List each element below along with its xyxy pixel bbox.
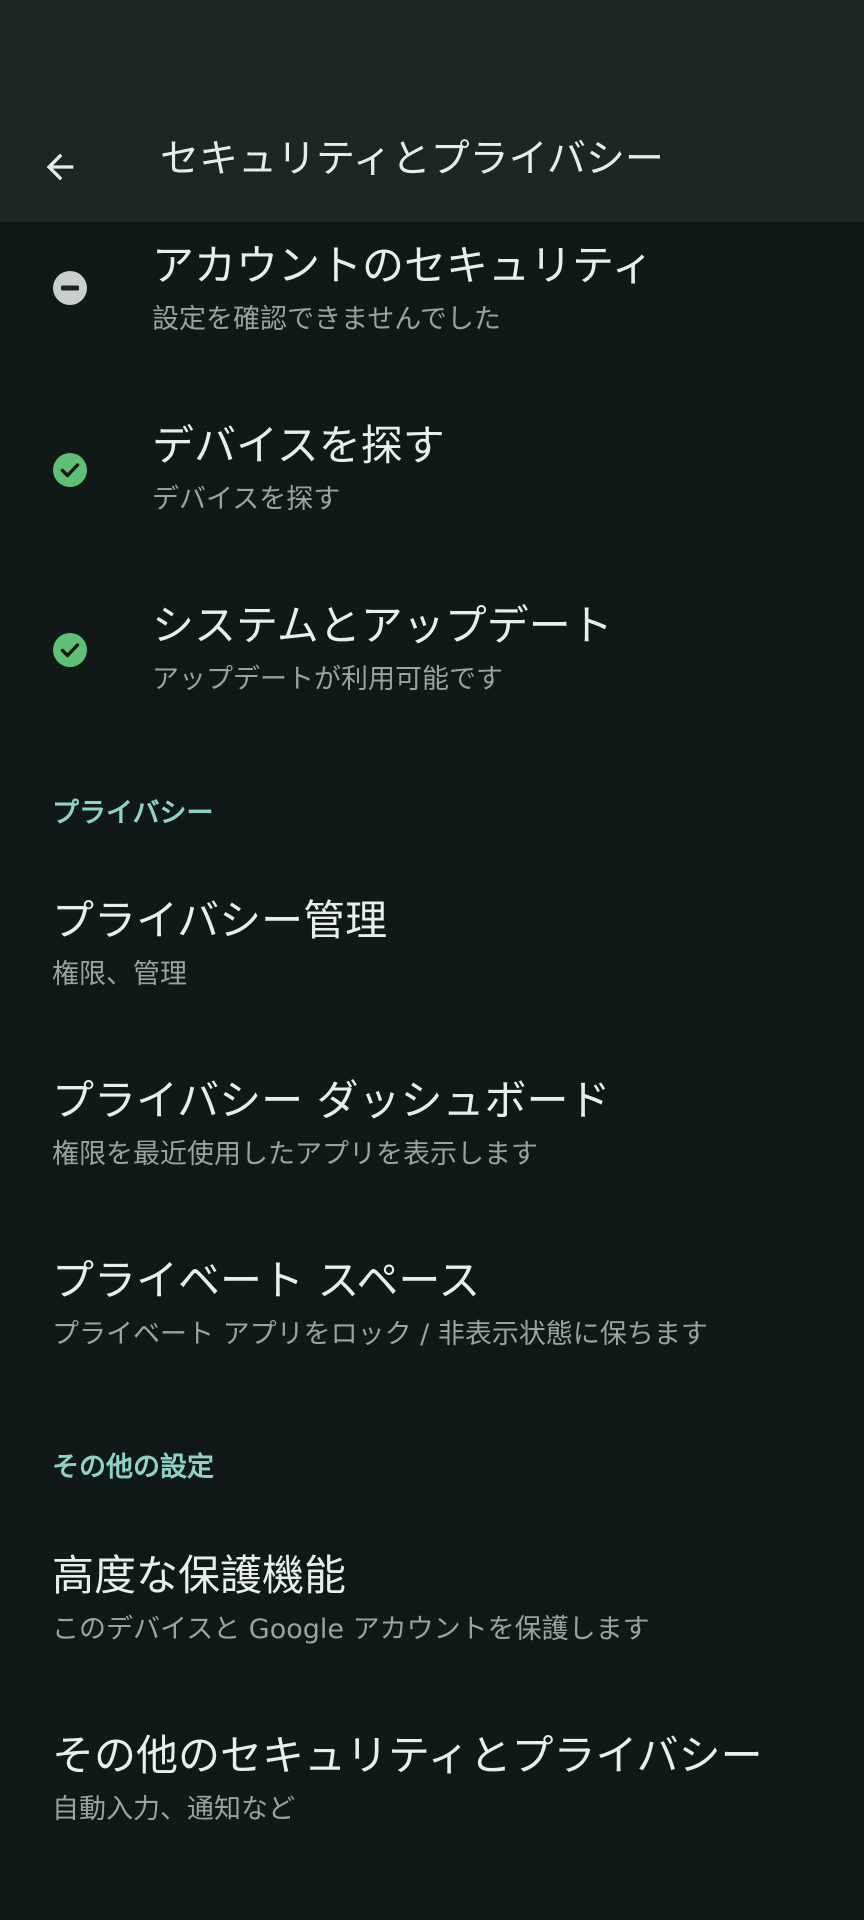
item-title: 高度な保護機能: [52, 1551, 347, 1600]
page-title: セキュリティとプライバシー: [160, 137, 664, 182]
item-title: デバイスを探す: [152, 421, 445, 470]
privacy-item-dashboard[interactable]: プライバシー ダッシュボード 権限を最近使用したアプリを表示します: [0, 1075, 864, 1185]
item-subtitle: 権限を最近使用したアプリを表示します: [52, 1139, 538, 1170]
check-circle-icon: [53, 453, 87, 487]
item-subtitle: このデバイスと Google アカウントを保護します: [52, 1614, 650, 1645]
other-item-more-security-privacy[interactable]: その他のセキュリティとプライバシー 自動入力、通知など: [0, 1730, 864, 1840]
item-subtitle: 権限、管理: [52, 959, 187, 990]
item-subtitle: 設定を確認できませんでした: [152, 304, 501, 335]
privacy-item-controls[interactable]: プライバシー管理 権限、管理: [0, 895, 864, 1005]
item-subtitle: 自動入力、通知など: [52, 1794, 295, 1825]
back-button[interactable]: [28, 135, 92, 199]
item-title: その他のセキュリティとプライバシー: [52, 1731, 763, 1780]
section-header-other-settings: その他の設定: [52, 1452, 214, 1483]
item-title: アカウントのセキュリティ: [152, 241, 654, 290]
status-item-account-security[interactable]: アカウントのセキュリティ 設定を確認できませんでした: [0, 240, 864, 380]
item-title: システムとアップデート: [152, 601, 613, 650]
item-title: プライベート スペース: [52, 1256, 481, 1305]
item-title: プライバシー管理: [52, 896, 388, 945]
other-item-advanced-protection[interactable]: 高度な保護機能 このデバイスと Google アカウントを保護します: [0, 1550, 864, 1660]
item-title: プライバシー ダッシュボード: [52, 1076, 611, 1125]
section-header-privacy: プライバシー: [52, 798, 214, 829]
item-subtitle: アップデートが利用可能です: [152, 664, 503, 695]
top-app-bar: セキュリティとプライバシー: [0, 0, 864, 222]
item-subtitle: デバイスを探す: [152, 484, 341, 515]
status-item-find-device[interactable]: デバイスを探す デバイスを探す: [0, 420, 864, 560]
arrow-back-icon: [46, 153, 74, 181]
check-circle-icon: [53, 633, 87, 667]
status-item-system-updates[interactable]: システムとアップデート アップデートが利用可能です: [0, 600, 864, 740]
privacy-item-private-space[interactable]: プライベート スペース プライベート アプリをロック / 非表示状態に保ちます: [0, 1255, 864, 1365]
item-subtitle: プライベート アプリをロック / 非表示状態に保ちます: [52, 1319, 708, 1350]
minus-circle-icon: [53, 271, 87, 305]
